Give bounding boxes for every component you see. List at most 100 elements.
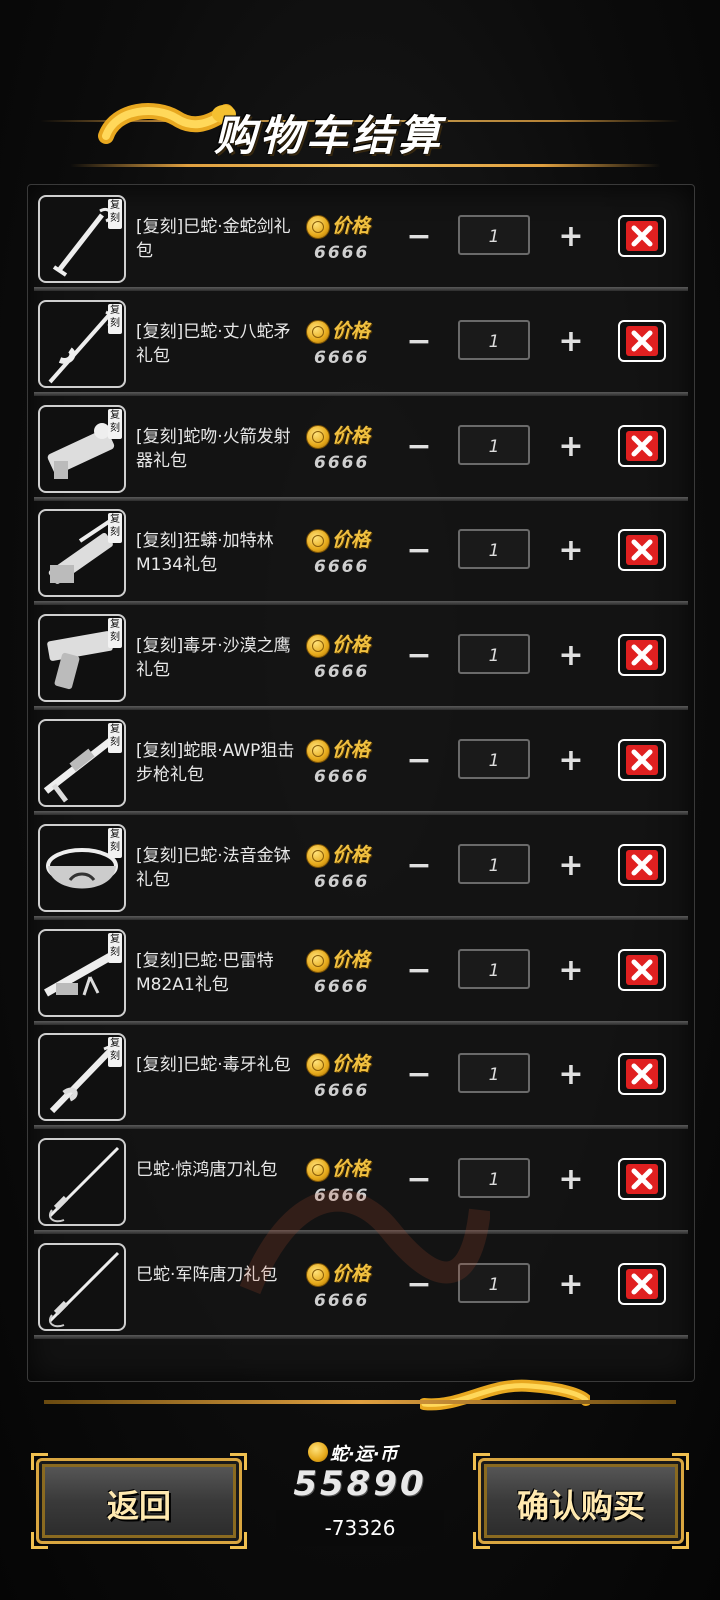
frame-corner	[672, 1532, 689, 1549]
increase-quantity-button[interactable]: +	[556, 326, 586, 358]
back-button[interactable]: 返回	[31, 1453, 247, 1549]
barrett-rifle-icon[interactable]: 复刻	[38, 928, 126, 1017]
price-value: 6666	[314, 347, 370, 368]
item-name: [复刻]巳蛇·丈八蛇矛礼包	[136, 321, 291, 366]
increase-quantity-button[interactable]: +	[556, 1060, 586, 1091]
reprint-badge: 复刻	[108, 199, 122, 229]
quantity-field[interactable]: 1	[458, 843, 530, 884]
increase-quantity-button[interactable]: +	[556, 955, 586, 987]
reprint-badge: 复刻	[108, 513, 122, 544]
quantity-field[interactable]: 1	[458, 739, 530, 779]
item-name: [复刻]蛇吻·火箭发射器礼包	[136, 426, 291, 471]
increase-quantity-button[interactable]: +	[556, 1165, 586, 1196]
remove-item-button[interactable]	[618, 529, 666, 572]
close-icon	[626, 640, 658, 671]
rocket-launcher-icon[interactable]: 复刻	[38, 404, 126, 493]
decrease-quantity-button[interactable]: −	[404, 431, 434, 463]
cart-item-row: 复刻 [复刻]蛇眼·AWP狙击步枪礼包 价格 6666 − 1 +	[28, 709, 694, 815]
remove-item-button[interactable]	[618, 319, 666, 362]
golden-bowl-icon[interactable]: 复刻	[38, 823, 126, 912]
increase-quantity-button[interactable]: +	[556, 431, 586, 463]
golden-snake-decoration-icon	[420, 1379, 590, 1411]
price-value: 6666	[314, 767, 370, 787]
quantity-field[interactable]: 1	[458, 319, 530, 360]
remove-item-button[interactable]	[618, 843, 666, 886]
coin-icon	[306, 1053, 330, 1078]
reprint-badge: 复刻	[108, 618, 122, 649]
quantity-field[interactable]: 1	[458, 424, 530, 465]
remove-item-button[interactable]	[618, 1053, 666, 1096]
reprint-badge: 复刻	[108, 827, 122, 858]
currency-balance: 55890	[293, 1464, 427, 1504]
decrease-quantity-button[interactable]: −	[404, 746, 434, 777]
frame-corner	[230, 1453, 247, 1470]
remove-item-button[interactable]	[618, 1158, 666, 1201]
increase-quantity-button[interactable]: +	[556, 536, 586, 567]
decrease-quantity-button[interactable]: −	[404, 222, 434, 253]
increase-quantity-button[interactable]: +	[556, 641, 586, 672]
price-value: 6666	[314, 662, 370, 683]
frame-corner	[473, 1453, 490, 1470]
decrease-quantity-button[interactable]: −	[404, 326, 434, 358]
price-value: 6666	[314, 452, 370, 473]
gatling-gun-icon[interactable]: 复刻	[38, 509, 126, 598]
title-banner: 购物车结算	[0, 92, 720, 172]
remove-item-button[interactable]	[618, 634, 666, 677]
quantity-field[interactable]: 1	[458, 948, 530, 989]
decrease-quantity-button[interactable]: −	[404, 955, 434, 987]
coin-icon	[306, 319, 330, 344]
price-label: 价格	[332, 843, 371, 866]
cart-item-row: 复刻 [复刻]巳蛇·法音金钵礼包 价格 6666 − 1 +	[28, 814, 694, 920]
frame-corner	[230, 1532, 247, 1549]
quantity-field[interactable]: 1	[458, 215, 530, 255]
frame-corner	[473, 1532, 490, 1549]
coin-icon	[306, 739, 330, 763]
quantity-field[interactable]: 1	[458, 529, 530, 570]
tang-sword-icon[interactable]	[38, 1243, 126, 1331]
sword-icon[interactable]: 复刻	[38, 195, 126, 283]
decrease-quantity-button[interactable]: −	[404, 536, 434, 567]
item-name: [复刻]巳蛇·金蛇剑礼包	[136, 217, 291, 261]
page-title: 购物车结算	[214, 111, 445, 160]
coin-icon	[306, 843, 330, 868]
price-label: 价格	[332, 529, 371, 552]
confirm-purchase-button[interactable]: 确认购买	[473, 1453, 689, 1549]
close-icon	[626, 1269, 658, 1299]
coin-icon	[306, 215, 330, 239]
close-icon	[626, 325, 658, 356]
frame-corner	[31, 1453, 48, 1470]
currency-delta: -73326	[276, 1510, 444, 1546]
tang-sword-icon[interactable]	[38, 1138, 126, 1227]
remove-item-button[interactable]	[618, 424, 666, 467]
close-icon	[626, 1164, 658, 1195]
year-watermark-icon	[239, 1189, 490, 1295]
price-label: 价格	[332, 424, 371, 447]
price-value: 6666	[314, 976, 370, 997]
dagger-icon[interactable]: 复刻	[38, 1033, 126, 1122]
reprint-badge: 复刻	[108, 1037, 122, 1068]
sniper-rifle-icon[interactable]: 复刻	[38, 719, 126, 807]
increase-quantity-button[interactable]: +	[556, 746, 586, 777]
spear-icon[interactable]: 复刻	[38, 299, 126, 388]
decrease-quantity-button[interactable]: −	[404, 1060, 434, 1091]
increase-quantity-button[interactable]: +	[556, 1270, 586, 1301]
quantity-field[interactable]: 1	[458, 634, 530, 675]
quantity-field[interactable]: 1	[458, 1053, 530, 1094]
close-icon	[626, 745, 658, 775]
remove-item-button[interactable]	[618, 948, 666, 991]
item-name: [复刻]巳蛇·法音金钵礼包	[136, 845, 291, 890]
increase-quantity-button[interactable]: +	[556, 222, 586, 253]
increase-quantity-button[interactable]: +	[556, 850, 586, 882]
pistol-icon[interactable]: 复刻	[38, 614, 126, 703]
price-label: 价格	[332, 634, 371, 657]
remove-item-button[interactable]	[618, 739, 666, 781]
back-button-label: 返回	[106, 1487, 171, 1525]
remove-item-button[interactable]	[618, 215, 666, 257]
item-name: [复刻]狂蟒·加特林M134礼包	[136, 531, 274, 576]
reprint-badge: 复刻	[108, 408, 122, 439]
cart-item-row: 复刻 [复刻]毒牙·沙漠之鹰礼包 价格 6666 − 1 +	[28, 604, 694, 711]
remove-item-button[interactable]	[618, 1263, 666, 1305]
decrease-quantity-button[interactable]: −	[404, 641, 434, 672]
decrease-quantity-button[interactable]: −	[404, 850, 434, 882]
price-value: 6666	[314, 871, 370, 892]
